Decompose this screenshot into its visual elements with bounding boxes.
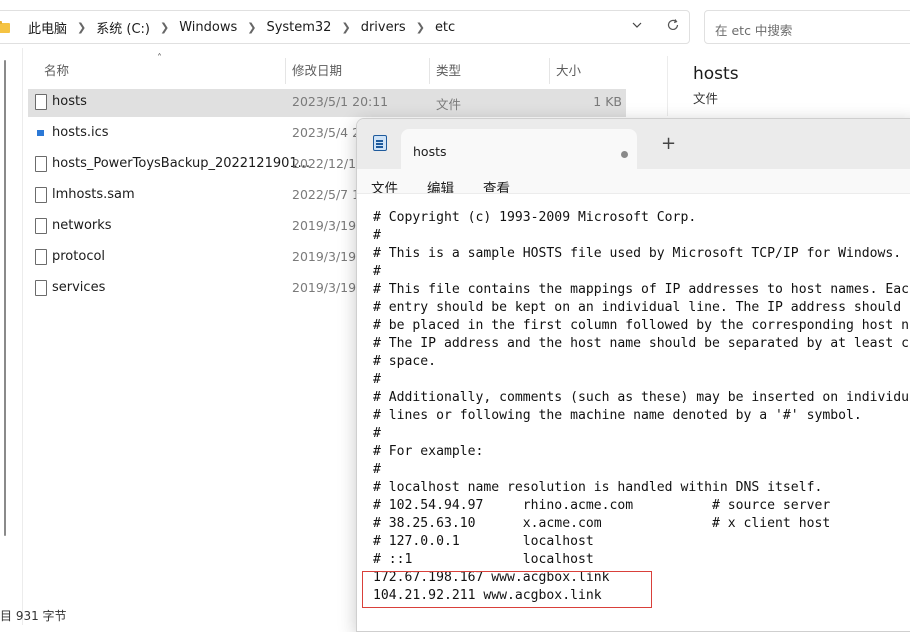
chevron-right-icon[interactable]: ❯ — [337, 21, 354, 34]
code-line: # be placed in the first column followed… — [373, 318, 910, 333]
details-subtitle: 文件 — [693, 91, 719, 106]
code-line: # The IP address and the host name shoul… — [373, 336, 910, 351]
file-icon — [35, 187, 47, 203]
file-date: 2019/3/19 — [292, 249, 357, 264]
column-header-type[interactable]: 类型 — [436, 58, 461, 84]
code-line: # 102.54.94.97 rhino.acme.com # source s… — [373, 498, 831, 513]
file-date: 2022/5/7 1 — [292, 187, 361, 202]
chevron-right-icon[interactable]: ❯ — [412, 21, 429, 34]
code-line: # This is a sample HOSTS file used by Mi… — [373, 246, 902, 261]
refresh-icon[interactable] — [666, 18, 680, 32]
code-line: # — [373, 228, 381, 243]
code-line: # 127.0.0.1 localhost — [373, 534, 594, 549]
code-line: # ::1 localhost — [373, 552, 594, 567]
code-line: # space. — [373, 354, 437, 369]
column-header-size[interactable]: 大小 — [556, 58, 581, 84]
file-name: services — [52, 280, 106, 295]
sort-up-icon: ˄ — [157, 53, 162, 64]
code-line: # — [373, 372, 381, 387]
file-type: 文件 — [436, 97, 462, 112]
breadcrumb-drive-c[interactable]: 系统 (C:) — [90, 18, 156, 37]
file-icon — [35, 280, 47, 296]
breadcrumb-system32[interactable]: System32 — [260, 20, 337, 35]
code-line: # — [373, 426, 381, 441]
search-input[interactable]: 在 etc 中搜索 — [704, 10, 910, 44]
details-divider — [667, 56, 668, 116]
code-line: # entry should be kept on an individual … — [373, 300, 902, 315]
code-line: # lines or following the machine name de… — [373, 408, 862, 423]
code-line: # Copyright (c) 1993-2009 Microsoft Corp… — [373, 210, 697, 225]
file-date: 2023/5/4 2 — [292, 125, 361, 140]
breadcrumb-windows[interactable]: Windows — [173, 20, 243, 35]
folder-icon — [0, 21, 10, 33]
code-line: # localhost name resolution is handled w… — [373, 480, 823, 495]
file-date: 2019/3/19 — [292, 280, 357, 295]
file-size: 1 KB — [593, 94, 622, 109]
breadcrumb[interactable]: 此电脑 ❯ 系统 (C:) ❯ Windows ❯ System32 ❯ dri… — [0, 10, 461, 44]
new-tab-icon[interactable]: + — [661, 133, 676, 154]
file-name: lmhosts.sam — [52, 187, 135, 202]
column-header-modified[interactable]: 修改日期 — [292, 58, 342, 84]
file-date: 2019/3/19 — [292, 218, 357, 233]
file-icon — [35, 94, 47, 110]
highlight-box — [362, 571, 652, 608]
notepad-window: hosts + 文件 编辑 查看 # Copyright (c) 1993-20… — [356, 118, 910, 632]
chevron-down-icon[interactable] — [632, 20, 642, 30]
details-title: hosts — [693, 64, 739, 84]
file-name: hosts_PowerToysBackup_2022121901... — [52, 156, 311, 171]
file-name: protocol — [52, 249, 106, 264]
scrollbar[interactable] — [4, 60, 6, 536]
file-icon — [35, 218, 47, 234]
notepad-titlebar[interactable]: hosts + — [357, 119, 910, 169]
code-line: # — [373, 264, 381, 279]
chevron-right-icon[interactable]: ❯ — [243, 21, 260, 34]
file-name: hosts — [52, 94, 87, 109]
file-date: 2022/12/18 — [292, 156, 365, 171]
column-divider[interactable] — [285, 58, 286, 84]
column-header-name[interactable]: 名称 — [44, 58, 69, 84]
breadcrumb-drivers[interactable]: drivers — [355, 20, 412, 35]
file-icon — [35, 156, 47, 172]
code-line: # — [373, 462, 381, 477]
column-divider[interactable] — [429, 58, 430, 84]
chevron-right-icon[interactable]: ❯ — [73, 21, 90, 34]
code-line: # This file contains the mappings of IP … — [373, 282, 910, 297]
status-bar: 目 931 字节 — [0, 609, 67, 623]
file-name: hosts.ics — [52, 125, 109, 140]
code-line: # 38.25.63.10 x.acme.com # x client host — [373, 516, 831, 531]
breadcrumb-this-pc[interactable]: 此电脑 — [22, 18, 73, 37]
notepad-icon — [373, 135, 387, 151]
file-date: 2023/5/1 20:11 — [292, 94, 389, 109]
pane-divider — [22, 48, 23, 625]
file-icon — [35, 249, 47, 265]
breadcrumb-etc[interactable]: etc — [429, 20, 461, 35]
file-name: networks — [52, 218, 112, 233]
code-line: # Additionally, comments (such as these)… — [373, 390, 910, 405]
address-bar-area: 此电脑 ❯ 系统 (C:) ❯ Windows ❯ System32 ❯ dri… — [0, 0, 910, 52]
tab-label: hosts — [413, 144, 447, 159]
code-line: # For example: — [373, 444, 484, 459]
chevron-right-icon[interactable]: ❯ — [156, 21, 173, 34]
file-row-hosts[interactable]: hosts 2023/5/1 20:11 文件 1 KB — [28, 89, 626, 117]
unsaved-dot-icon[interactable] — [621, 151, 628, 158]
text-editor[interactable]: # Copyright (c) 1993-2009 Microsoft Corp… — [357, 193, 910, 631]
search-placeholder: 在 etc 中搜索 — [715, 23, 793, 38]
ics-file-icon — [35, 125, 47, 141]
tab-hosts[interactable]: hosts — [401, 129, 637, 169]
column-divider[interactable] — [549, 58, 550, 84]
